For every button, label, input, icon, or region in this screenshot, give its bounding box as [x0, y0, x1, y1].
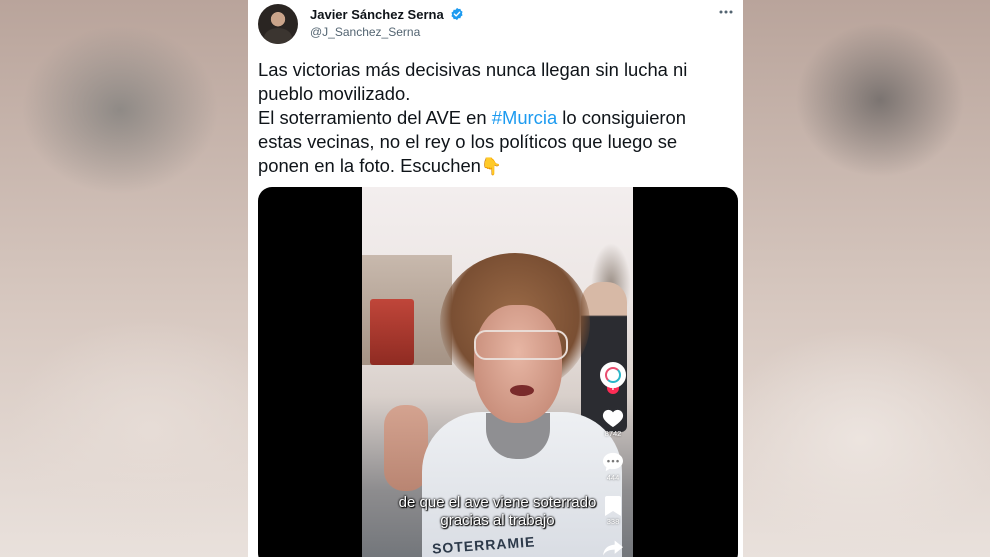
woman-face — [474, 305, 562, 423]
comment-icon[interactable] — [602, 452, 624, 472]
author-avatar[interactable] — [258, 4, 298, 44]
comment-count: 444 — [606, 473, 620, 482]
woman-mouth — [510, 385, 534, 396]
author-name[interactable]: Javier Sánchez Serna — [310, 7, 444, 22]
verified-badge-icon — [450, 7, 464, 24]
video-subtitle: de que el ave viene soterrado gracias al… — [370, 494, 625, 530]
tweet-text: Las victorias más decisivas nunca llegan… — [258, 58, 733, 179]
more-horizontal-icon[interactable] — [715, 4, 737, 22]
like-count: 8742 — [604, 429, 622, 438]
tweet-text-line-2: El soterramiento del AVE en #Murcia lo c… — [258, 106, 733, 179]
share-icon[interactable] — [603, 540, 623, 556]
author-handle[interactable]: @J_Sanchez_Serna — [310, 25, 420, 39]
tweet-text-line-1: Las victorias más decisivas nunca llegan… — [258, 59, 688, 104]
video-frame[interactable]: SOTERRAMIE + 8742 444 338 de que el ave … — [362, 187, 633, 557]
subtitle-line-1: de que el ave viene soterrado — [398, 494, 597, 511]
heart-icon[interactable] — [602, 408, 624, 428]
woman-glasses — [474, 330, 568, 360]
author-name-row[interactable]: Javier Sánchez Serna — [310, 7, 464, 24]
hashtag-link[interactable]: #Murcia — [492, 107, 557, 128]
pointing-down-emoji: 👇 — [480, 157, 503, 177]
video-embed[interactable]: SOTERRAMIE + 8742 444 338 de que el ave … — [258, 187, 738, 557]
profile-avatar-icon[interactable] — [600, 362, 626, 388]
tweet-text-before-hashtag: El soterramiento del AVE en — [258, 107, 492, 128]
background-bus — [370, 299, 414, 365]
tweet-card: Javier Sánchez Serna @J_Sanchez_Serna La… — [248, 0, 743, 557]
subtitle-line-2: gracias al trabajo — [440, 512, 555, 529]
